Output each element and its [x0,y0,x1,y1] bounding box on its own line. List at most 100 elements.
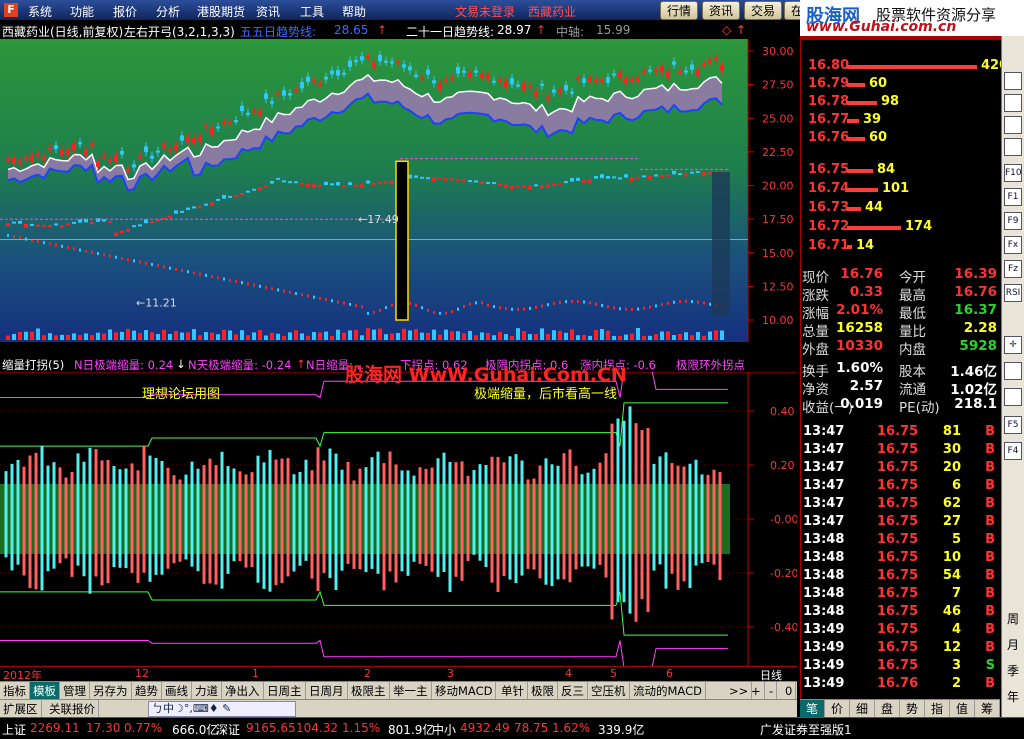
tab-5[interactable]: 画线 [162,682,192,700]
volume-bar [42,335,46,340]
menu-tools[interactable]: 工具 [300,3,324,20]
trend-dot [181,269,183,273]
date-mark: 6 [666,667,673,680]
right-tab-2[interactable]: 细 [850,700,875,718]
tab-4[interactable]: 趋势 [132,682,162,700]
tab-0[interactable]: 指标 [0,682,30,700]
trend-dot [271,287,273,291]
right-tab-3[interactable]: 盘 [875,700,900,718]
right-tab-4[interactable]: 势 [900,700,925,718]
quote-button[interactable]: 行情 [660,1,699,20]
candle-body-lower [258,187,262,191]
bid-volume: 44 [865,200,884,215]
menu-hk-futures[interactable]: 港股期货 [197,3,245,20]
date-mark: 1 [252,667,259,680]
candle-body-lower [522,185,526,188]
sidebar-period-3[interactable]: 年 [1007,688,1019,705]
news-button[interactable]: 资讯 [702,1,741,20]
menu-system[interactable]: 系统 [28,3,52,20]
right-tab-1[interactable]: 价 [825,700,850,718]
f4-button[interactable]: F4 [1004,442,1022,460]
sidebar-f10-button[interactable]: F10 [1004,164,1022,182]
sz-amount: 801.9亿 [388,723,435,737]
trend-dot [307,294,309,298]
tab-10[interactable]: 极限主 [348,682,390,700]
list-icon[interactable] [1004,94,1022,112]
menu-news[interactable]: 资讯 [256,3,280,20]
zoom-reset-button[interactable]: 0 [782,682,797,700]
candle-body-lower [348,182,352,186]
sidebar-period-2[interactable]: 季 [1007,662,1019,679]
tab-8[interactable]: 日周主 [264,682,306,700]
tick-row: 13:48 16.75 46 B [801,604,1001,622]
candle-body [300,82,304,89]
trend-dot [415,303,417,307]
trend-dot [565,300,567,304]
candle-body-lower [576,177,580,181]
doc-icon[interactable] [1004,138,1022,156]
tab-extension[interactable]: 扩展区 [0,700,42,718]
extension-tab-bar: 扩展区 关联报价 ㄅ中☽°,⌨♦ ✎ [0,699,797,718]
trend-dot [235,279,237,283]
candle-body-lower [570,177,574,182]
sidebar-fz-button[interactable]: Fz [1004,260,1022,278]
tab-17[interactable]: 流动的MACD [630,682,706,700]
tab-related-quote[interactable]: 关联报价 [46,700,99,718]
tick-price: 16.75 [877,550,919,565]
volume-bar [54,335,58,340]
candle-body [612,73,616,76]
tab-9[interactable]: 日周月 [306,682,348,700]
tab-13[interactable]: 单针 [498,682,528,700]
sidebar-period-1[interactable]: 月 [1007,636,1019,653]
search-icon[interactable] [1004,388,1022,406]
menu-analysis[interactable]: 分析 [156,3,180,20]
menu-function[interactable]: 功能 [70,3,94,20]
tick-side: B [985,586,995,601]
ime-toolbar[interactable]: ㄅ中☽°,⌨♦ ✎ [148,701,296,717]
volume-bar [420,332,424,340]
tab-15[interactable]: 反三 [558,682,588,700]
tab-16[interactable]: 空压机 [588,682,630,700]
date-mark: 2 [364,667,371,680]
zoom-out-button[interactable]: - [766,682,778,700]
tab-3[interactable]: 另存为 [90,682,132,700]
tick-price: 16.75 [877,586,919,601]
tab-1[interactable]: 模板 [30,682,60,700]
tick-time: 13:47 [803,424,845,439]
tab-12[interactable]: 移动MACD [432,682,497,700]
candle-body [210,128,214,135]
right-tab-5[interactable]: 指 [925,700,950,718]
candle-body-lower [582,180,586,183]
chart-icon[interactable] [1004,116,1022,134]
expand-icon[interactable]: ✛ [1004,336,1022,354]
menu-help[interactable]: 帮助 [342,3,366,20]
tick-price: 16.75 [877,424,919,439]
up-arrow-icon[interactable]: ↑ [736,23,746,37]
tab-2[interactable]: 管理 [60,682,90,700]
diamond-icon[interactable]: ◇ [722,23,731,37]
right-tab-6[interactable]: 值 [950,700,975,718]
trade-button[interactable]: 交易 [744,1,783,20]
zoom-in-button[interactable]: + [748,682,765,700]
menu-quote[interactable]: 报价 [113,3,137,20]
oscillator-bar [280,458,284,584]
candle-body-lower [414,175,418,178]
trend-dot [37,239,39,243]
volume-bar [528,334,532,340]
tab-11[interactable]: 举一主 [390,682,432,700]
tab-6[interactable]: 力道 [192,682,222,700]
tab-7[interactable]: 净出入 [222,682,264,700]
chart-icon[interactable] [1004,362,1022,380]
right-tab-0[interactable]: 笔 [800,700,825,718]
f5-button[interactable]: F5 [1004,416,1022,434]
sidebar-rsi-button[interactable]: RSI [1004,284,1022,302]
sidebar-f9-button[interactable]: F9 [1004,212,1022,230]
trend-dot [367,311,369,315]
grid-icon[interactable] [1004,72,1022,90]
volume-bar [408,330,412,340]
sidebar-f1-button[interactable]: F1 [1004,188,1022,206]
right-tab-7[interactable]: 筹 [975,700,1000,718]
sidebar-period-0[interactable]: 周 [1007,610,1019,627]
tab-14[interactable]: 极限 [528,682,558,700]
sidebar-fx-button[interactable]: Fx [1004,236,1022,254]
